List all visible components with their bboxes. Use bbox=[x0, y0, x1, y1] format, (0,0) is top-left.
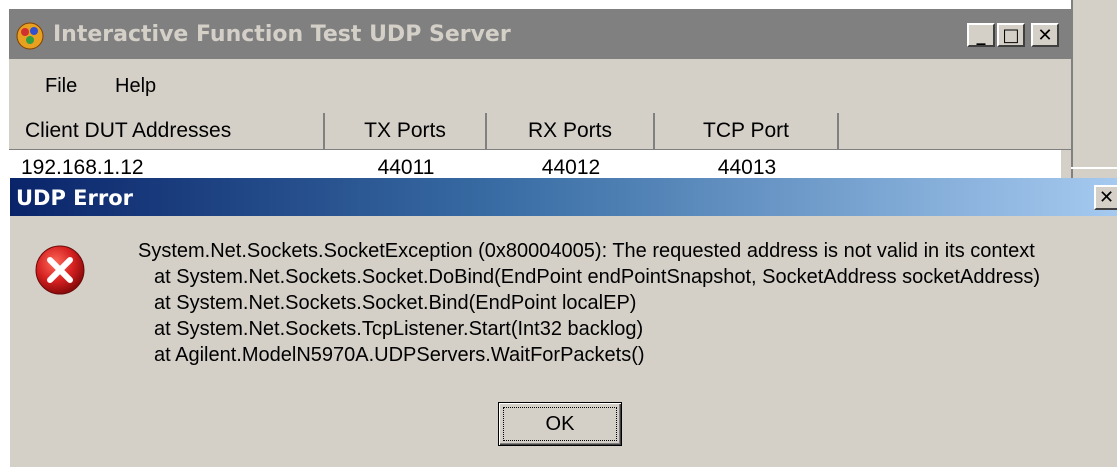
message-line: at Agilent.ModelN5970A.UDPServers.WaitFo… bbox=[154, 344, 645, 366]
message-line: at System.Net.Sockets.TcpListener.Start(… bbox=[154, 318, 644, 340]
maximize-button[interactable]: □ bbox=[997, 23, 1025, 47]
close-icon: ✕ bbox=[1037, 24, 1053, 46]
divider bbox=[1071, 167, 1117, 169]
close-icon: ✕ bbox=[1098, 187, 1115, 208]
minimize-icon: _ bbox=[976, 24, 986, 46]
column-header-tx-ports[interactable]: TX Ports bbox=[325, 113, 487, 149]
error-icon bbox=[35, 245, 85, 295]
dialog-titlebar[interactable]: UDP Error ✕ bbox=[10, 178, 1117, 216]
main-window-title: Interactive Function Test UDP Server bbox=[53, 22, 511, 47]
column-header-tcp-port[interactable]: TCP Port bbox=[655, 113, 839, 149]
maximize-icon: □ bbox=[1002, 24, 1020, 46]
message-line: at System.Net.Sockets.Socket.DoBind(EndP… bbox=[154, 266, 1041, 288]
minimize-button[interactable]: _ bbox=[967, 23, 995, 47]
focus-rectangle bbox=[503, 407, 617, 441]
main-window: Interactive Function Test UDP Server _ □… bbox=[8, 8, 1072, 189]
menu-bar: File Help bbox=[9, 61, 1071, 111]
error-dialog: UDP Error ✕ System.Net.Sockets.SocketExc… bbox=[8, 178, 1117, 467]
message-line: at System.Net.Sockets.Socket.Bind(EndPoi… bbox=[154, 292, 637, 314]
background-window-edge bbox=[1071, 0, 1117, 180]
app-icon bbox=[16, 22, 44, 50]
column-header-rx-ports[interactable]: RX Ports bbox=[487, 113, 655, 149]
dialog-title: UDP Error bbox=[16, 186, 134, 210]
main-titlebar[interactable]: Interactive Function Test UDP Server _ □… bbox=[9, 9, 1071, 59]
ok-button[interactable]: OK bbox=[498, 402, 622, 446]
close-button[interactable]: ✕ bbox=[1031, 23, 1059, 47]
error-message: System.Net.Sockets.SocketException (0x80… bbox=[138, 238, 1117, 368]
message-line: System.Net.Sockets.SocketException (0x80… bbox=[138, 240, 1035, 262]
menu-help[interactable]: Help bbox=[115, 75, 156, 98]
menu-file[interactable]: File bbox=[45, 75, 77, 98]
column-header-client-dut-addresses[interactable]: Client DUT Addresses bbox=[9, 113, 325, 149]
grid-header: Client DUT Addresses TX Ports RX Ports T… bbox=[9, 113, 1071, 150]
dialog-close-button[interactable]: ✕ bbox=[1094, 185, 1117, 210]
